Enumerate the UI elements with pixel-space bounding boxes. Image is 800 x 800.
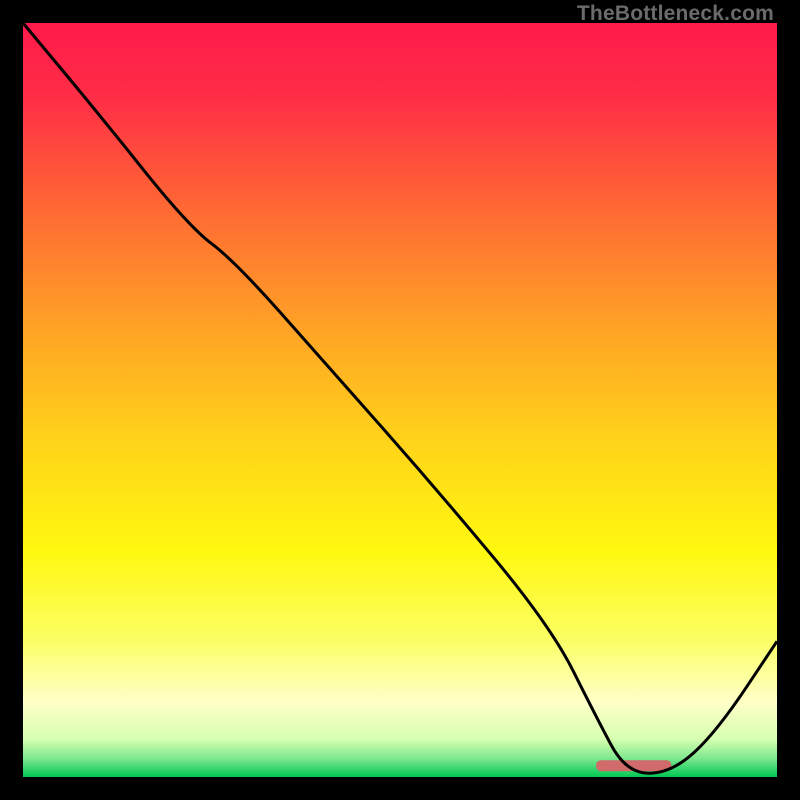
watermark-text: TheBottleneck.com <box>577 2 774 26</box>
chart-svg <box>23 23 777 777</box>
chart-frame <box>23 23 777 777</box>
chart-background <box>23 23 777 777</box>
